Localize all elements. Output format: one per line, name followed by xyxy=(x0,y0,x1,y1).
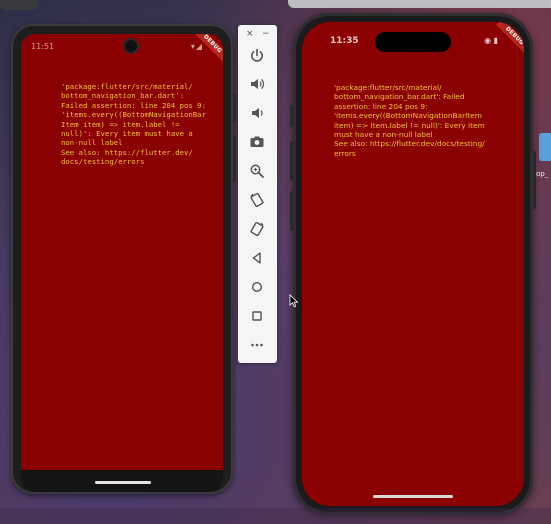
iphone-status-time: 11:35 xyxy=(330,36,359,46)
android-screen[interactable]: 11:51 ▾◢ DEBUG 'package:flutter/src/mate… xyxy=(21,34,223,492)
iphone-volume-down-button xyxy=(290,191,293,231)
android-emulator-device: 11:51 ▾◢ DEBUG 'package:flutter/src/mate… xyxy=(11,24,236,494)
android-status-bar: 11:51 ▾◢ xyxy=(21,34,223,58)
android-error-message: 'package:flutter/src/material/ bottom_na… xyxy=(61,82,206,167)
iphone-volume-up-button xyxy=(290,141,293,181)
overview-icon[interactable] xyxy=(246,305,268,327)
back-icon[interactable] xyxy=(246,247,268,269)
iphone-home-indicator[interactable] xyxy=(373,495,453,498)
android-navigation-bar xyxy=(21,470,223,492)
desktop-dock-shadow xyxy=(0,508,551,524)
iphone-dynamic-island xyxy=(375,32,451,52)
zoom-icon[interactable] xyxy=(246,160,268,182)
desktop-top-bar-right xyxy=(288,0,551,8)
volume-up-icon[interactable] xyxy=(246,73,268,95)
android-volume-button xyxy=(233,136,236,182)
iphone-debug-banner: DEBUG xyxy=(495,22,524,55)
mouse-cursor-icon xyxy=(289,294,299,308)
iphone-power-button xyxy=(533,151,536,209)
iphone-status-icons: ◉ ▮ xyxy=(484,36,498,45)
rotate-right-icon[interactable] xyxy=(246,218,268,240)
rotate-left-icon[interactable] xyxy=(246,189,268,211)
desktop-folder-label[interactable]: op_ xyxy=(536,170,548,178)
home-icon[interactable] xyxy=(246,276,268,298)
iphone-simulator-device: 11:35 ◉ ▮ DEBUG 'package:flutter/src/mat… xyxy=(290,13,536,515)
desktop-top-bar-left xyxy=(0,0,38,10)
desktop-folder-icon[interactable] xyxy=(539,133,551,161)
android-status-time: 11:51 xyxy=(31,42,55,51)
android-side-button xyxy=(233,94,236,122)
volume-down-icon[interactable] xyxy=(246,102,268,124)
iphone-screen[interactable]: 11:35 ◉ ▮ DEBUG 'package:flutter/src/mat… xyxy=(302,22,524,506)
android-gesture-handle[interactable] xyxy=(95,481,151,484)
android-status-icons: ▾◢ xyxy=(190,42,203,51)
android-camera-hole xyxy=(125,40,137,52)
toolbar-window-controls: × − xyxy=(238,27,277,41)
toolbar-close-button[interactable]: × xyxy=(246,28,254,40)
iphone-action-button xyxy=(290,105,293,127)
power-icon[interactable] xyxy=(246,45,268,67)
emulator-toolbar: × − xyxy=(238,25,277,363)
more-icon[interactable] xyxy=(246,334,268,356)
iphone-error-message: 'package:flutter/src/material/ bottom_na… xyxy=(334,83,485,158)
toolbar-minimize-button[interactable]: − xyxy=(262,28,270,40)
camera-icon[interactable] xyxy=(246,131,268,153)
